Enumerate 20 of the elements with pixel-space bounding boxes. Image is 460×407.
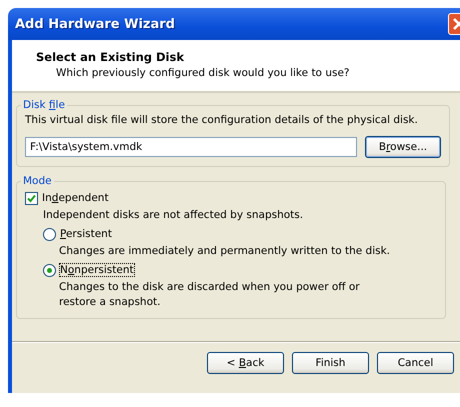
wizard-button[interactable]: Cancel (377, 352, 454, 374)
description-text: This virtual disk file will store the configuration details of the physical disk. (25, 113, 419, 128)
radio-button[interactable] (43, 228, 56, 240)
group-label: Disk file (22, 99, 66, 111)
checkbox[interactable] (25, 192, 38, 204)
description-text: Independent disks are not affected by snapshots. (42, 208, 304, 223)
window-title: Add Hardware Wizard (15, 16, 175, 32)
page-subtitle: Which previously configured disk would you like to use? (55, 67, 350, 79)
description-text: Changes are immediately and permanently written to the disk. (58, 244, 392, 259)
browse-button[interactable]: Browse... (365, 136, 441, 158)
radio-label[interactable]: Nonpersistent (60, 264, 134, 276)
page-heading: Select an Existing Disk (36, 50, 185, 64)
description-text: Changes to the disk are discarded when you power off or restore a snapshot. (58, 280, 361, 310)
radio-button[interactable] (43, 264, 56, 276)
wizard-button[interactable]: < Back (207, 352, 284, 374)
group-label: Mode (22, 175, 53, 187)
checkbox-label[interactable]: Independent (42, 192, 109, 204)
file-path-field[interactable]: F:\Vista\system.vmdk (25, 137, 357, 157)
radio-label[interactable]: Persistent (60, 228, 112, 240)
wizard-button[interactable]: Finish (292, 352, 369, 374)
